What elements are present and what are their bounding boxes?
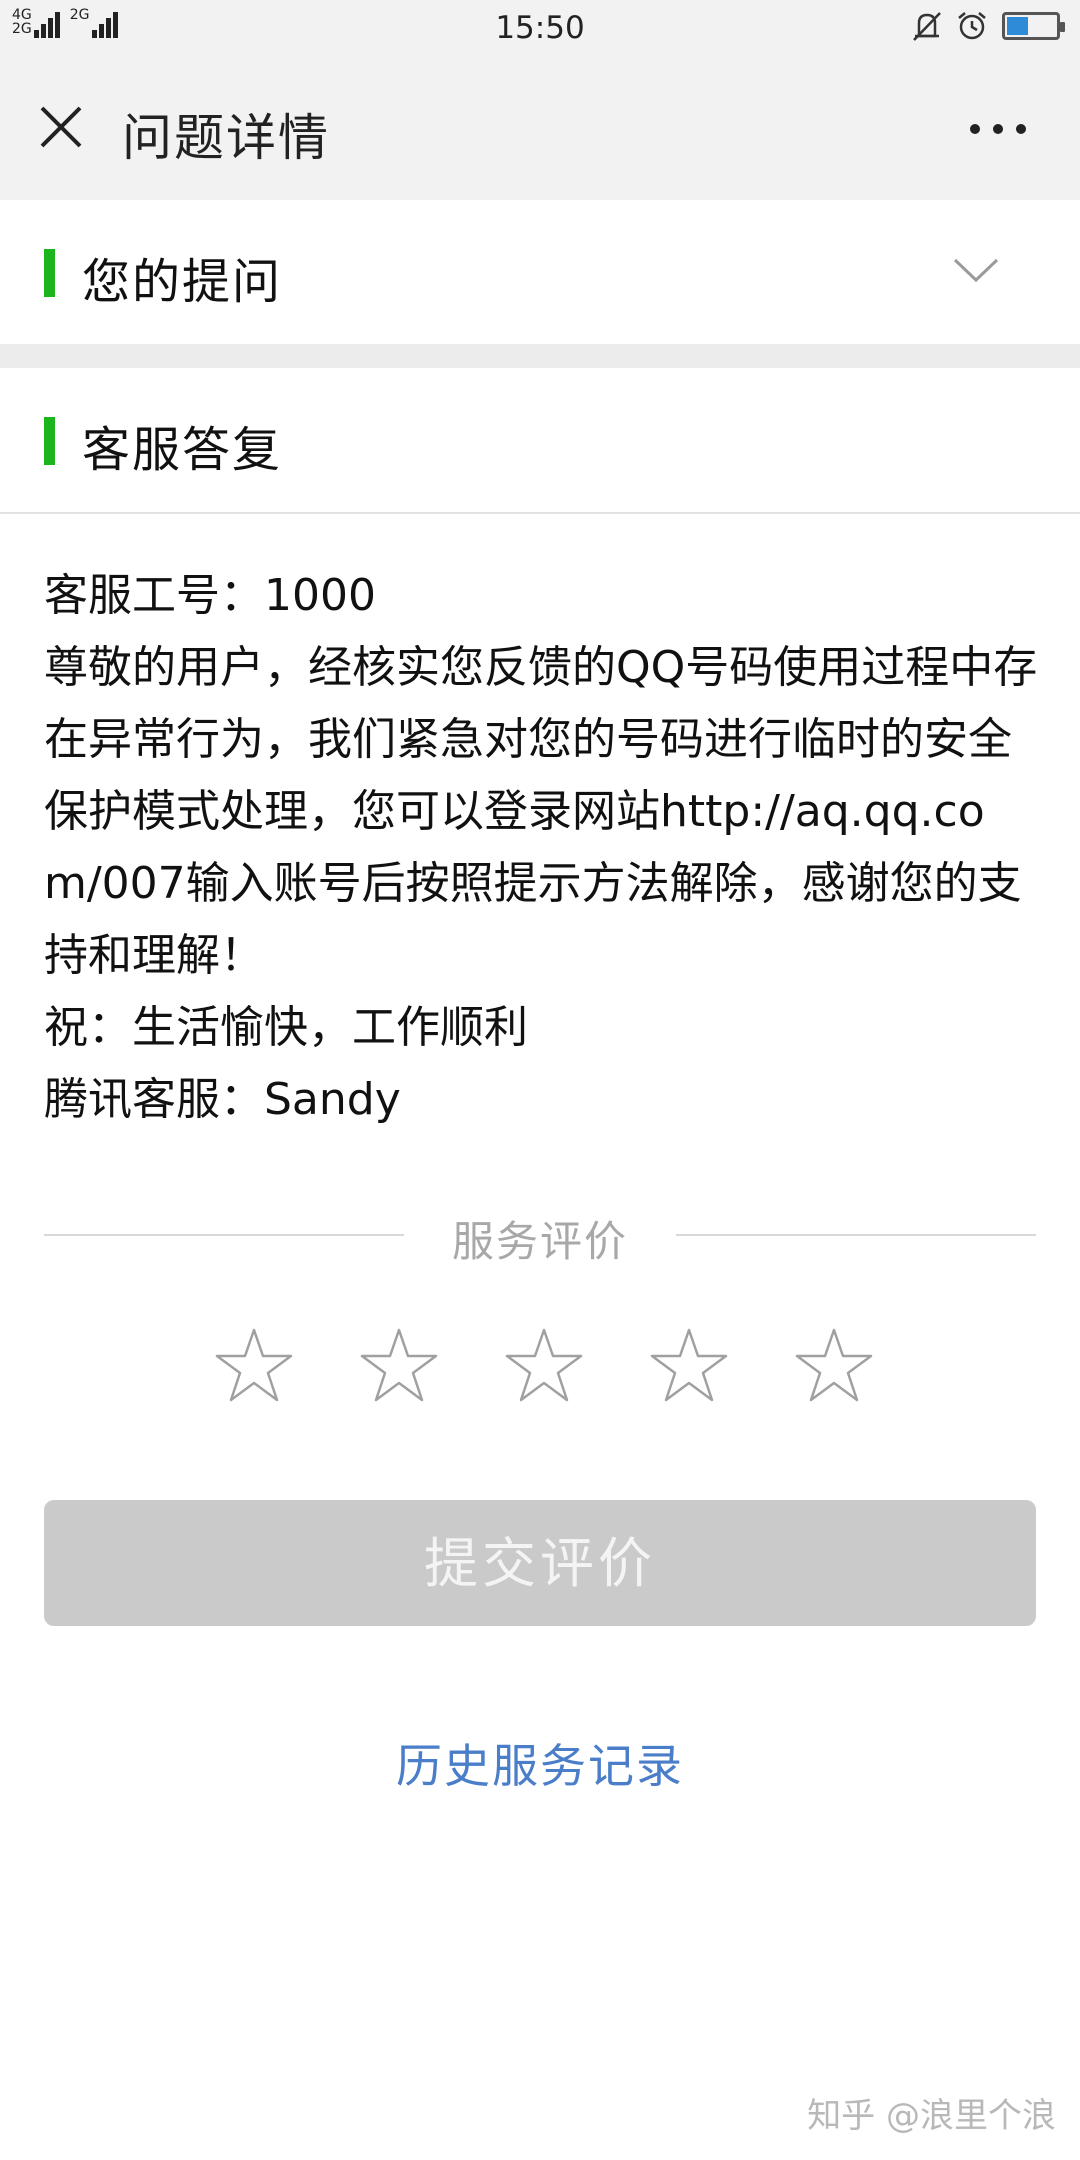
- star-icon-1[interactable]: [214, 1326, 294, 1406]
- page-title: 问题详情: [122, 109, 330, 167]
- more-icon[interactable]: [968, 122, 1028, 136]
- reply-section-title: 客服答复: [82, 422, 283, 478]
- chevron-down-icon[interactable]: [952, 252, 1000, 288]
- star-icon-3[interactable]: [504, 1326, 584, 1406]
- reply-message: 尊敬的用户，经核实您反馈的QQ号码使用过程中存在异常行为，我们紧急对您的号码进行…: [44, 642, 1038, 981]
- submit-rating-button[interactable]: 提交评价: [44, 1500, 1036, 1626]
- divider: [0, 512, 1080, 514]
- close-icon[interactable]: [36, 102, 86, 152]
- battery-level: [1007, 17, 1029, 35]
- star-icon-5[interactable]: [794, 1326, 874, 1406]
- agent-id-line: 客服工号：1000: [44, 570, 376, 621]
- watermark: 知乎 @浪里个浪: [807, 2096, 1056, 2136]
- question-section-header[interactable]: 您的提问: [0, 200, 1080, 344]
- star-icon-4[interactable]: [649, 1326, 729, 1406]
- status-bar: 4G 2G 2G 15:50: [0, 0, 1080, 56]
- section-separator: [0, 344, 1080, 368]
- rating-label: 服务评价: [451, 1217, 628, 1266]
- star-icon-2[interactable]: [359, 1326, 439, 1406]
- alarm-icon: [958, 12, 986, 40]
- reply-section-header: 客服答复: [0, 368, 1080, 512]
- rating-header: 服务评价: [44, 1208, 1036, 1268]
- history-records-link[interactable]: 历史服务记录: [0, 1730, 1080, 1796]
- signature-line: 腾讯客服：Sandy: [44, 1074, 401, 1125]
- reply-content: 客服工号：1000 尊敬的用户，经核实您反馈的QQ号码使用过程中存在异常行为，我…: [44, 560, 1039, 1136]
- star-rating: [214, 1326, 874, 1406]
- greeting-line: 祝：生活愉快，工作顺利: [44, 1002, 528, 1053]
- divider: [676, 1234, 1036, 1236]
- nav-bar: 问题详情: [0, 56, 1080, 200]
- section-accent-bar: [44, 417, 55, 465]
- question-section-title: 您的提问: [82, 254, 283, 310]
- mute-vibrate-icon: [913, 12, 941, 41]
- battery-icon: [1002, 12, 1065, 40]
- section-accent-bar: [44, 249, 55, 297]
- status-icons: [898, 10, 1065, 42]
